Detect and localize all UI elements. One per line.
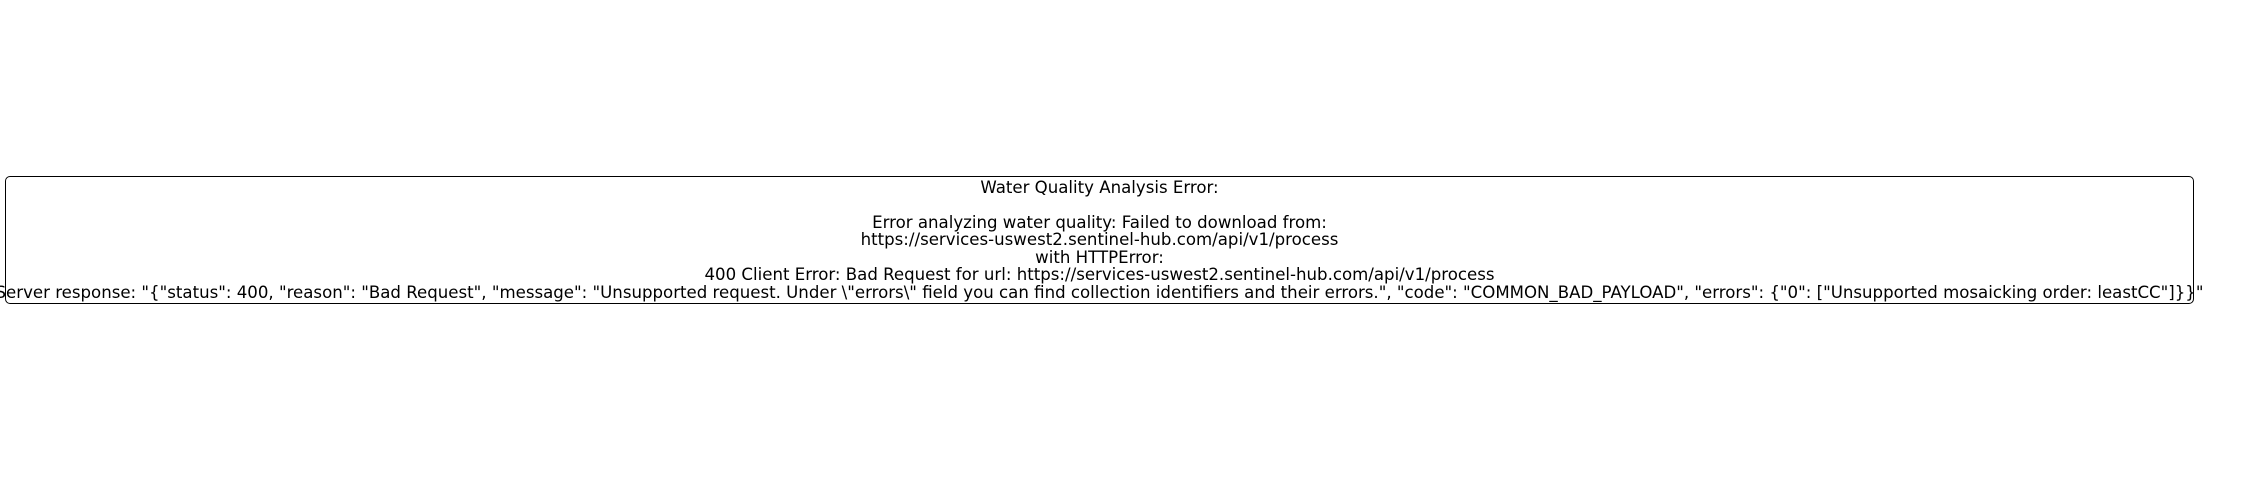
error-title: Water Quality Analysis Error: xyxy=(980,178,1219,198)
error-detail-line: Error analyzing water quality: Failed to… xyxy=(872,212,1327,232)
error-url-line: https://services-uswest2.sentinel-hub.co… xyxy=(860,230,1339,250)
server-response-line: Server response: "{"status": 400, "reaso… xyxy=(0,282,2204,302)
error-message-box: Water Quality Analysis Error: Error anal… xyxy=(0,176,2204,304)
error-client-line: 400 Client Error: Bad Request for url: h… xyxy=(704,265,1495,285)
error-http-label: with HTTPError: xyxy=(1035,247,1164,267)
